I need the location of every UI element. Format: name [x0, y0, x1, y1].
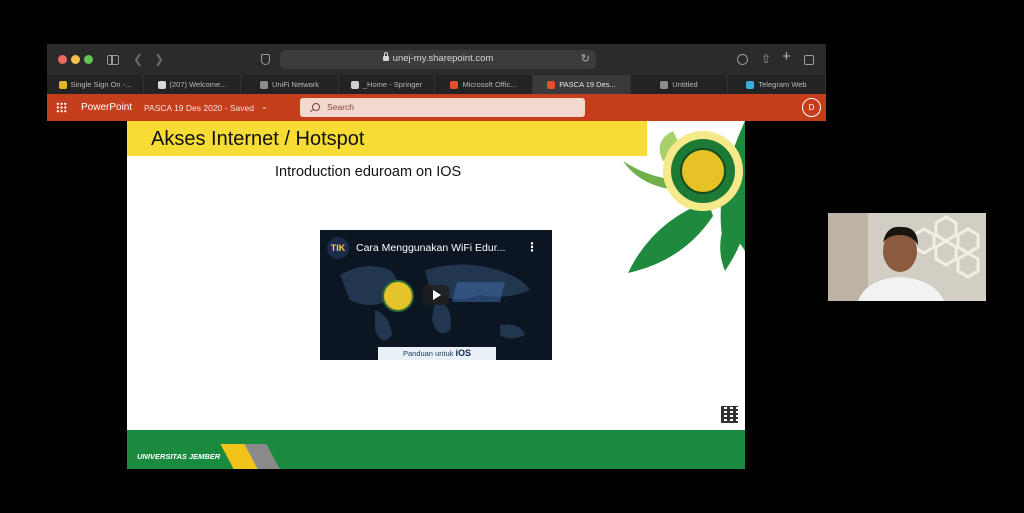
search-placeholder: Search — [327, 102, 354, 112]
qr-code-icon — [721, 406, 738, 423]
reload-icon[interactable]: ↻ — [581, 52, 590, 65]
lock-icon — [382, 52, 389, 61]
browser-tab[interactable]: UniFi Network — [241, 75, 339, 94]
favicon-icon — [350, 80, 359, 89]
app-name[interactable]: PowerPoint — [81, 102, 132, 113]
maximize-window-button[interactable] — [84, 55, 93, 64]
favicon-icon — [157, 80, 166, 89]
tab-label: Microsoft Offic... — [462, 80, 517, 89]
tab-label: Single Sign On -... — [70, 80, 132, 89]
screen: ❮ ❯ unej-my.sharepoint.com ↻ ⇧ + Single … — [0, 0, 1024, 513]
download-icon[interactable] — [737, 54, 748, 65]
tab-label: Telegram Web — [758, 80, 807, 89]
video-title[interactable]: Cara Menggunakan WiFi Edur... — [356, 242, 505, 254]
url-text: unej-my.sharepoint.com — [392, 53, 494, 64]
back-icon[interactable]: ❮ — [133, 52, 143, 66]
chevron-down-icon[interactable]: ⌄ — [261, 102, 268, 111]
slide-viewport: Akses Internet / Hotspot Introduction ed… — [47, 121, 826, 469]
favicon-icon — [660, 80, 669, 89]
browser-tab[interactable]: (207) Welcome... — [144, 75, 241, 94]
favicon-icon — [58, 80, 67, 89]
webcam-video — [828, 213, 986, 301]
slide-subtitle: Introduction eduroam on IOS — [275, 164, 462, 180]
forward-icon[interactable]: ❯ — [154, 52, 164, 66]
video-embed[interactable]: TIK Cara Menggunakan WiFi Edur... ⋮ Pand… — [320, 230, 552, 360]
tab-label: PASCA 19 Des... — [559, 80, 616, 89]
browser-tab[interactable]: Microsoft Offic... — [435, 75, 533, 94]
browser-tab[interactable]: Single Sign On -... — [47, 75, 144, 94]
address-bar[interactable]: unej-my.sharepoint.com ↻ — [280, 50, 596, 69]
slide-title: Akses Internet / Hotspot — [151, 128, 365, 150]
browser-tab[interactable]: _Home - Springer — [339, 75, 435, 94]
favicon-icon — [450, 80, 459, 89]
more-options-icon[interactable]: ⋮ — [526, 241, 538, 253]
browser-window: ❮ ❯ unej-my.sharepoint.com ↻ ⇧ + Single … — [47, 44, 826, 469]
search-icon — [312, 103, 320, 111]
app-launcher-icon[interactable] — [56, 102, 67, 113]
favicon-icon — [259, 80, 268, 89]
minimize-window-button[interactable] — [71, 55, 80, 64]
favicon-icon — [547, 80, 556, 89]
channel-icon[interactable]: TIK — [327, 237, 349, 259]
sidebar-toggle-icon[interactable] — [107, 55, 119, 65]
banner-prefix: Panduan untuk — [402, 349, 454, 358]
video-banner: Panduan untuk iOS — [378, 347, 496, 360]
share-icon[interactable]: ⇧ — [761, 52, 771, 66]
avatar[interactable]: D — [802, 98, 821, 117]
office-header: PowerPoint PASCA 19 Des 2020 - Saved ⌄ S… — [47, 94, 826, 121]
tab-overview-icon[interactable] — [804, 55, 814, 65]
tab-label: UniFi Network — [271, 80, 320, 89]
tab-label: _Home - Springer — [362, 80, 423, 89]
new-tab-icon[interactable]: + — [782, 49, 791, 64]
banner-os: iOS — [455, 348, 472, 358]
tab-strip: Single Sign On -... (207) Welcome... UniFi… — [47, 75, 826, 94]
tab-label: (207) Welcome... — [169, 80, 227, 89]
search-input[interactable]: Search — [300, 98, 585, 117]
browser-tab[interactable]: PASCA 19 Des... — [533, 75, 631, 94]
document-title[interactable]: PASCA 19 Des 2020 - Saved — [144, 103, 254, 113]
university-seal — [663, 131, 743, 211]
tab-label: Untitled — [672, 80, 698, 89]
shield-icon[interactable] — [261, 54, 270, 65]
play-button[interactable] — [423, 285, 449, 305]
close-window-button[interactable] — [58, 55, 67, 64]
favicon-icon — [746, 80, 755, 89]
browser-tab[interactable]: Untitled — [631, 75, 728, 94]
browser-tab[interactable]: Telegram Web — [728, 75, 826, 94]
browser-toolbar: ❮ ❯ unej-my.sharepoint.com ↻ ⇧ + — [47, 44, 826, 75]
footer-text: UNIVERSITAS JEMBER — [137, 452, 221, 461]
footer-band: UNIVERSITAS JEMBER — [127, 430, 745, 469]
university-logo-icon — [382, 280, 414, 312]
slide: Akses Internet / Hotspot Introduction ed… — [127, 121, 745, 469]
